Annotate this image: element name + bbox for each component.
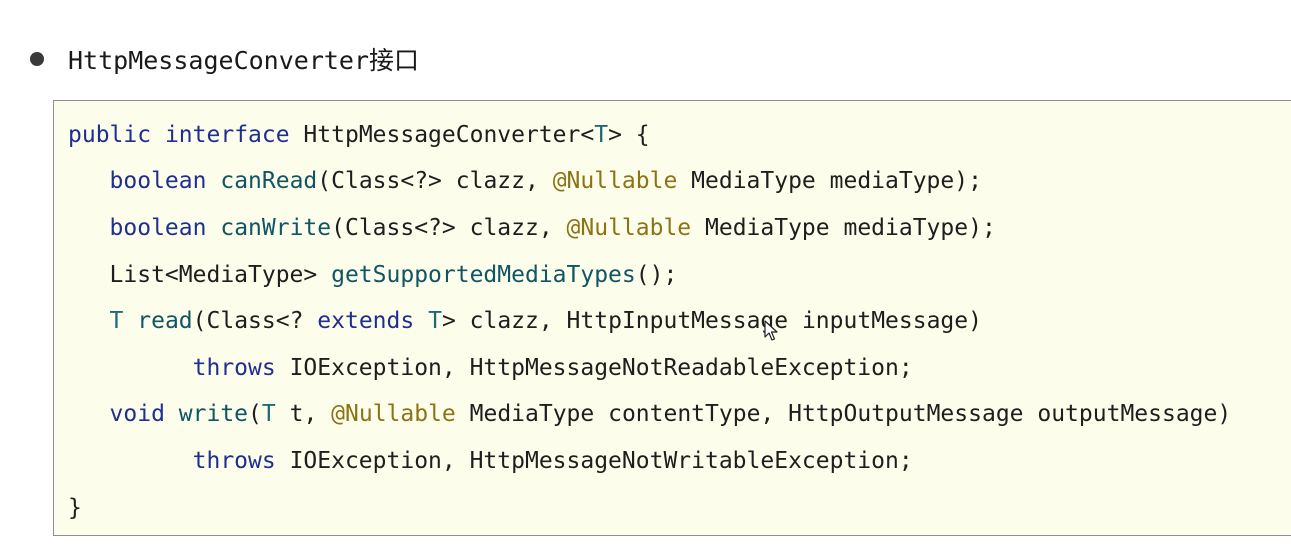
code-token: read xyxy=(137,308,193,334)
code-token: MediaType contentType, HttpOutputMessage… xyxy=(455,401,1232,427)
code-token: canWrite xyxy=(220,215,332,241)
code-token: T xyxy=(109,308,124,334)
heading-title: HttpMessageConverter接口 xyxy=(68,46,420,75)
code-token: throws xyxy=(192,355,276,381)
code-token: (); xyxy=(635,262,678,288)
code-token: getSupportedMediaTypes xyxy=(331,262,636,288)
code-token: canRead xyxy=(220,168,318,194)
bullet-icon xyxy=(30,52,44,66)
code-token: boolean xyxy=(109,168,207,194)
code-token: boolean xyxy=(109,215,207,241)
code-token: } xyxy=(68,495,82,521)
code-line: } xyxy=(68,493,82,523)
code-token: List<MediaType> xyxy=(68,262,332,288)
code-line: void write(T t, @Nullable MediaType cont… xyxy=(68,399,1232,429)
code-line: boolean canWrite(Class<?> clazz, @Nullab… xyxy=(68,213,996,243)
code-token: (Class<? xyxy=(192,308,318,334)
section-heading: HttpMessageConverter接口 xyxy=(30,38,419,80)
code-token: > { xyxy=(608,122,650,148)
code-token: > clazz, HttpInputMessage inputMessage) xyxy=(441,308,982,334)
code-token: T xyxy=(428,308,442,334)
code-token: IOException, HttpMessageNotReadableExcep… xyxy=(275,355,913,381)
code-line: List<MediaType> getSupportedMediaTypes()… xyxy=(68,260,678,290)
code-token: throws xyxy=(192,448,276,474)
code-token: ( xyxy=(248,401,262,427)
code-token: MediaType mediaType); xyxy=(691,215,996,241)
code-token: (Class<?> clazz, xyxy=(317,168,553,194)
code-token: extends xyxy=(317,308,415,334)
code-token: public xyxy=(68,122,152,148)
code-token: T xyxy=(261,401,276,427)
code-token: T xyxy=(594,122,609,148)
code-token: HttpMessageConverter< xyxy=(289,122,595,148)
code-line: boolean canRead(Class<?> clazz, @Nullabl… xyxy=(68,166,982,196)
code-line: T read(Class<? extends T> clazz, HttpInp… xyxy=(68,306,982,336)
code-token: @Nullable xyxy=(331,401,456,427)
code-line: throws IOException, HttpMessageNotReadab… xyxy=(68,353,913,383)
mouse-pointer-icon xyxy=(764,320,778,341)
code-line: throws IOException, HttpMessageNotWritab… xyxy=(68,446,913,476)
code-token: void xyxy=(109,401,165,427)
code-line: public interface HttpMessageConverter<T>… xyxy=(68,120,650,150)
code-token: t, xyxy=(275,401,332,427)
code-token: @Nullable xyxy=(566,215,692,241)
code-token: @Nullable xyxy=(552,168,678,194)
code-token: interface xyxy=(164,122,290,148)
code-block: public interface HttpMessageConverter<T>… xyxy=(53,100,1291,536)
code-token: write xyxy=(178,401,249,427)
code-token: IOException, HttpMessageNotWritableExcep… xyxy=(275,448,913,474)
code-token: (Class<?> clazz, xyxy=(331,215,567,241)
code-token: MediaType mediaType); xyxy=(677,168,982,194)
